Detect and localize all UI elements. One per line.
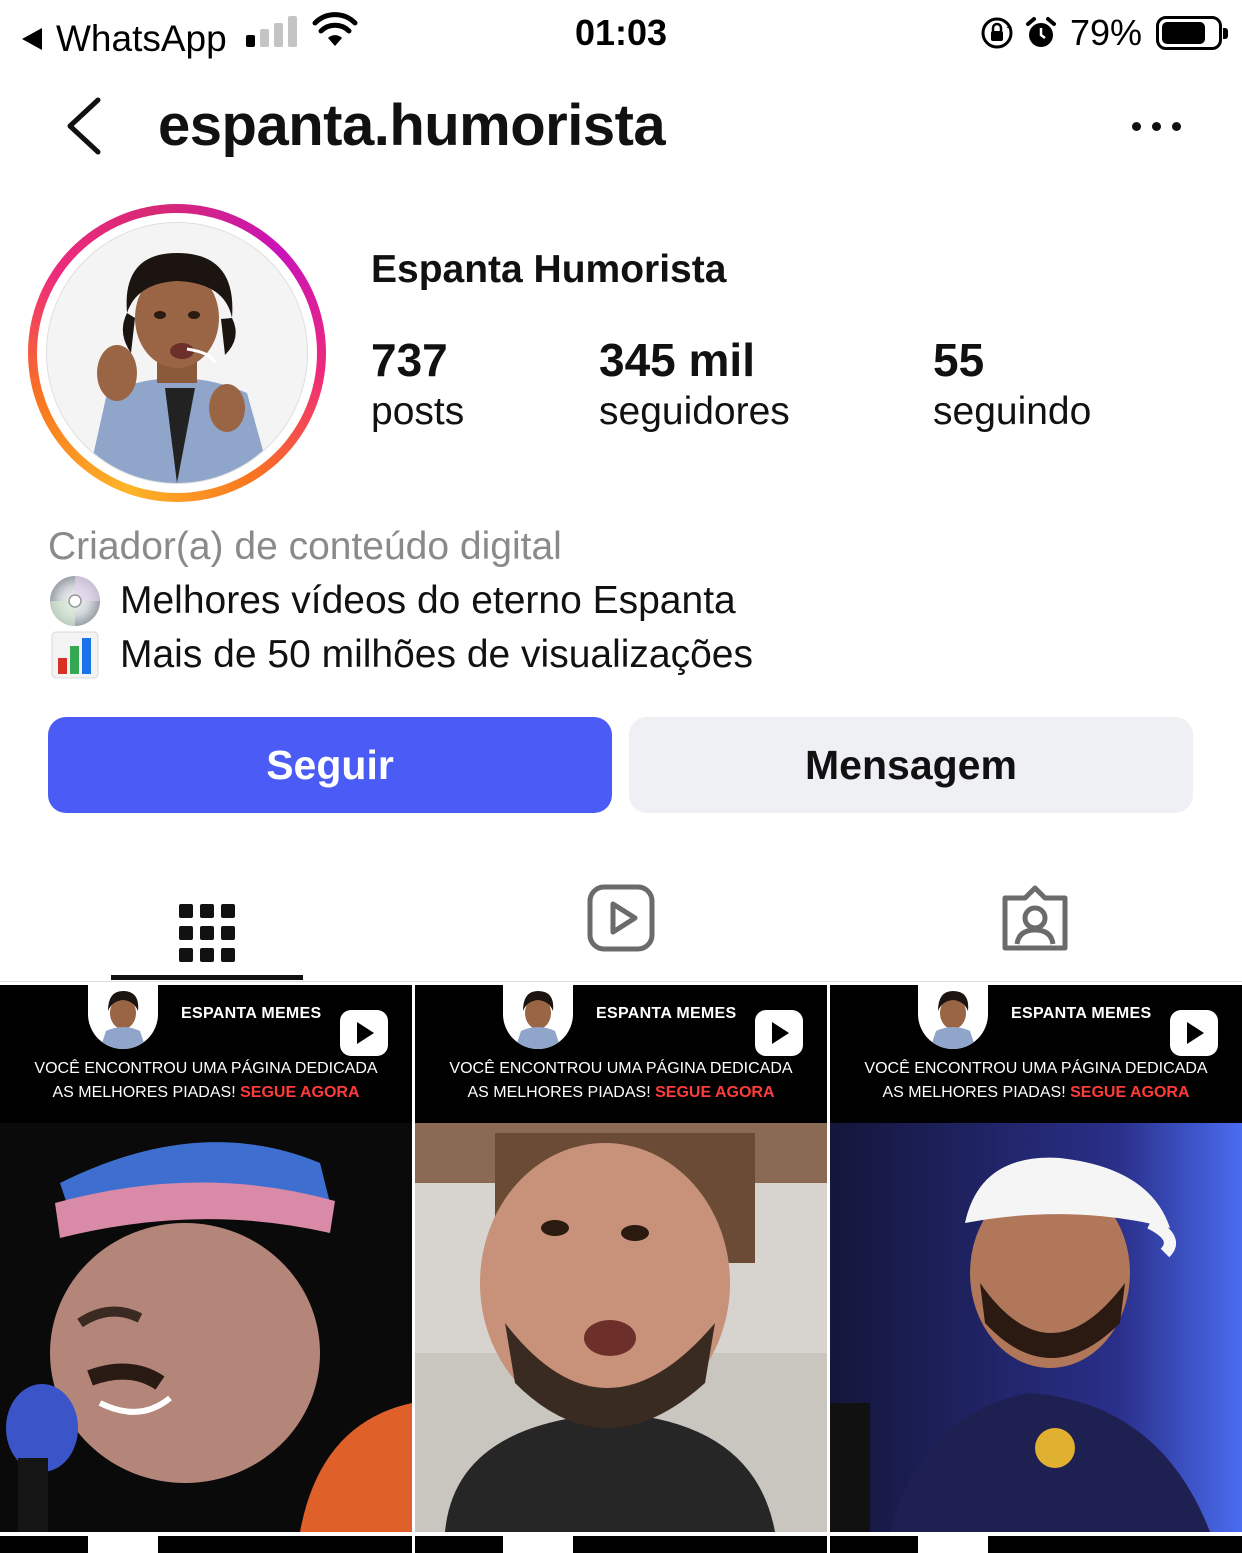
story-ring[interactable] — [28, 204, 326, 502]
reel-play-icon — [1170, 1010, 1218, 1056]
bio-line-text: Melhores vídeos do eterno Espanta — [120, 579, 736, 622]
post-caption-highlight: SEGUE AGORA — [1070, 1084, 1190, 1101]
post-caption: VOCÊ ENCONTROU UMA PÁGINA DEDICADA AS ME… — [0, 1057, 412, 1105]
post-tile[interactable]: ESPANTA MEMES VOCÊ ENCONTROU UMA PÁGINA … — [0, 985, 412, 1532]
orientation-lock-icon — [981, 17, 1013, 49]
post-avatar — [918, 1536, 988, 1553]
bio-line: Mais de 50 milhões de visualizações — [48, 628, 1198, 682]
grid-icon[interactable] — [167, 882, 247, 962]
profile-display-name: Espanta Humorista — [371, 248, 727, 291]
battery-icon — [1156, 16, 1228, 50]
post-caption-line: VOCÊ ENCONTROU UMA PÁGINA DEDICADA — [864, 1060, 1208, 1077]
post-caption-prefix: AS MELHORES PIADAS! — [52, 1084, 241, 1101]
reel-play-icon — [340, 1010, 388, 1056]
post-tile-partial[interactable] — [0, 1536, 412, 1553]
profile-tabs — [0, 860, 1242, 982]
post-tile[interactable]: ESPANTA MEMES VOCÊ ENCONTROU UMA PÁGINA … — [830, 985, 1242, 1532]
follow-button[interactable]: Seguir — [48, 717, 612, 813]
profile-header: espanta.humorista — [0, 76, 1242, 176]
post-caption: VOCÊ ENCONTROU UMA PÁGINA DEDICADA AS ME… — [830, 1057, 1242, 1105]
post-avatar — [88, 985, 158, 1049]
profile-avatar — [46, 222, 308, 484]
post-caption-line: VOCÊ ENCONTROU UMA PÁGINA DEDICADA — [34, 1060, 378, 1077]
post-thumbnail — [830, 1123, 1242, 1532]
post-title: ESPANTA MEMES — [181, 1005, 322, 1022]
post-title: ESPANTA MEMES — [596, 1005, 737, 1022]
post-tile-partial[interactable] — [415, 1536, 827, 1553]
profile-bio: Criador(a) de conteúdo digital Melhores … — [48, 520, 1198, 682]
post-caption-highlight: SEGUE AGORA — [240, 1084, 360, 1101]
post-avatar — [88, 1536, 158, 1553]
battery-level-fill — [1162, 22, 1205, 44]
post-avatar — [503, 985, 573, 1049]
stat-following-value: 55 — [933, 334, 985, 386]
post-caption-line: AS MELHORES PIADAS! SEGUE AGORA — [415, 1081, 827, 1105]
bio-line: Melhores vídeos do eterno Espanta — [48, 574, 1198, 628]
post-thumbnail — [0, 1123, 412, 1532]
post-caption-prefix: AS MELHORES PIADAS! — [467, 1084, 656, 1101]
stat-posts-label: posts — [371, 390, 465, 433]
back-chevron-icon[interactable] — [58, 94, 118, 158]
post-caption-highlight: SEGUE AGORA — [655, 1084, 775, 1101]
post-caption-line: VOCÊ ENCONTROU UMA PÁGINA DEDICADA — [449, 1060, 793, 1077]
stat-followers-value: 345 mil — [599, 334, 755, 386]
post-title: ESPANTA MEMES — [1011, 1005, 1152, 1022]
post-caption-line: AS MELHORES PIADAS! SEGUE AGORA — [830, 1081, 1242, 1105]
stat-posts[interactable]: 737 posts — [371, 334, 464, 438]
post-avatar — [503, 1536, 573, 1553]
more-options-icon[interactable] — [1132, 122, 1181, 131]
post-thumbnail — [415, 1123, 827, 1532]
dvd-disc-icon — [50, 576, 100, 626]
stat-followers[interactable]: 345 mil seguidores — [599, 334, 790, 438]
battery-percentage: 79% — [1069, 12, 1142, 53]
post-caption-line: AS MELHORES PIADAS! SEGUE AGORA — [0, 1081, 412, 1105]
posts-grid: ESPANTA MEMES VOCÊ ENCONTROU UMA PÁGINA … — [0, 985, 1242, 1553]
bar-chart-icon — [51, 631, 99, 679]
reels-icon[interactable] — [581, 882, 661, 962]
stat-followers-label: seguidores — [599, 390, 790, 433]
bio-line-text: Mais de 50 milhões de visualizações — [120, 633, 753, 676]
tagged-icon[interactable] — [995, 882, 1075, 962]
status-bar: WhatsApp 01:03 79% — [0, 0, 1242, 66]
stat-posts-value: 737 — [371, 334, 448, 386]
stat-following-label: seguindo — [933, 390, 1092, 433]
alarm-icon — [1025, 17, 1056, 47]
post-caption: VOCÊ ENCONTROU UMA PÁGINA DEDICADA AS ME… — [415, 1057, 827, 1105]
post-tile-partial[interactable] — [830, 1536, 1242, 1553]
active-tab-indicator — [111, 975, 303, 980]
message-button[interactable]: Mensagem — [629, 717, 1193, 813]
post-tile[interactable]: ESPANTA MEMES VOCÊ ENCONTROU UMA PÁGINA … — [415, 985, 827, 1532]
bio-category: Criador(a) de conteúdo digital — [48, 525, 562, 568]
reel-play-icon — [755, 1010, 803, 1056]
post-avatar — [918, 985, 988, 1049]
post-caption-prefix: AS MELHORES PIADAS! — [882, 1084, 1071, 1101]
profile-username: espanta.humorista — [158, 93, 666, 158]
stat-following[interactable]: 55 seguindo — [933, 334, 1091, 438]
